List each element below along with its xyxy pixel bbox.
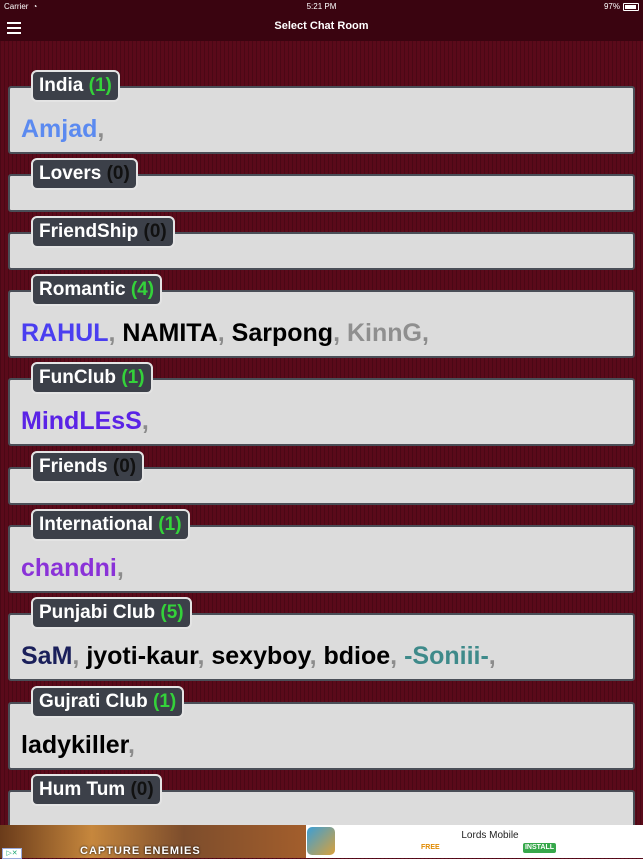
room-name: Hum Tum [39, 779, 131, 800]
room-name-tab[interactable]: India (1) [31, 70, 120, 102]
room-user-count: (4) [130, 279, 155, 300]
user-name[interactable]: SaM [21, 642, 72, 670]
chat-room-card[interactable]: India (1) Amjad, [8, 70, 635, 154]
user-separator: , [72, 642, 80, 670]
user-name[interactable]: NAMITA [122, 319, 217, 347]
user-separator: , [390, 642, 398, 670]
room-user-list: ladykiller, [21, 731, 135, 760]
user-separator: , [421, 319, 429, 347]
room-name: Friends [39, 456, 113, 477]
user-separator: , [197, 642, 205, 670]
room-user-count: (0) [130, 779, 154, 800]
chat-room-card[interactable]: FriendShip (0) [8, 216, 635, 270]
room-user-list: chandni, [21, 554, 124, 583]
room-user-list: Amjad, [21, 115, 104, 144]
room-name-tab[interactable]: Hum Tum (0) [31, 774, 162, 806]
room-name-tab[interactable]: Punjabi Club (5) [31, 597, 192, 629]
user-separator: , [309, 642, 317, 670]
user-separator: , [333, 319, 341, 347]
user-name[interactable]: KinnG [347, 319, 422, 347]
user-separator: , [108, 319, 116, 347]
user-name[interactable]: -Soniii- [404, 642, 489, 670]
navigation-bar: Select Chat Room [0, 13, 643, 41]
room-user-count: (0) [112, 456, 137, 477]
room-name: Lovers [39, 163, 107, 184]
user-name[interactable]: bdioe [324, 642, 391, 670]
chat-room-card[interactable]: International (1) chandni, [8, 509, 635, 593]
room-name-tab[interactable]: FriendShip (0) [31, 216, 175, 248]
ad-app-name: Lords Mobile [461, 830, 519, 841]
user-name[interactable]: MindLEsS [21, 407, 142, 435]
room-user-count: (5) [160, 602, 184, 623]
room-name-tab[interactable]: Friends (0) [31, 451, 145, 483]
room-name-tab[interactable]: Gujrati Club (1) [31, 686, 185, 718]
room-user-list: MindLEsS, [21, 407, 149, 436]
room-name: Gujrati Club [39, 691, 153, 712]
room-name: Punjabi Club [39, 602, 161, 623]
room-name: India [39, 75, 89, 96]
user-name[interactable]: chandni [21, 554, 117, 582]
room-user-list: RAHUL, NAMITA, Sarpong, KinnG, [21, 319, 429, 348]
room-name: Romantic [39, 279, 131, 300]
room-user-count: (1) [88, 75, 112, 96]
user-name[interactable]: ladykiller [21, 731, 128, 759]
user-name[interactable]: Sarpong [232, 319, 333, 347]
room-user-count: (0) [106, 163, 130, 184]
ad-banner-text: CAPTURE ENEMIES [80, 845, 201, 857]
ad-image[interactable]: CAPTURE ENEMIES [0, 825, 306, 858]
room-name-tab[interactable]: FunClub (1) [31, 362, 153, 394]
chat-room-card[interactable]: Punjabi Club (5) SaM, jyoti-kaur, sexyboy… [8, 597, 635, 681]
room-name: FriendShip [39, 221, 144, 242]
room-user-list: SaM, jyoti-kaur, sexyboy, bdioe, -Soniii… [21, 642, 496, 671]
ad-price: FREE [421, 844, 440, 851]
ad-banner[interactable]: CAPTURE ENEMIES ▷✕ Lords Mobile FREE INS… [0, 825, 643, 859]
room-name: International [39, 514, 159, 535]
user-name[interactable]: Amjad [21, 115, 97, 143]
chat-room-card[interactable]: Gujrati Club (1) ladykiller, [8, 686, 635, 770]
status-bar: Carrier ◔ 5:21 PM 97% [0, 0, 643, 13]
user-separator: , [217, 319, 225, 347]
battery-percent: 97% [603, 2, 620, 11]
page-title: Select Chat Room [274, 20, 369, 32]
install-button[interactable]: INSTALL [523, 843, 556, 853]
room-user-count: (1) [158, 514, 182, 535]
chat-room-card[interactable]: Romantic (4) RAHUL, NAMITA, Sarpong, Kinn… [8, 274, 635, 358]
chat-room-card[interactable]: Friends (0) [8, 451, 635, 505]
user-separator: , [97, 115, 105, 143]
user-name[interactable]: RAHUL [21, 319, 109, 347]
chat-room-card[interactable]: Hum Tum (0) [8, 774, 635, 828]
user-separator: , [141, 407, 149, 435]
room-name-tab[interactable]: Lovers (0) [31, 158, 138, 190]
chat-room-card[interactable]: FunClub (1) MindLEsS, [8, 362, 635, 446]
room-name-tab[interactable]: Romantic (4) [31, 274, 163, 306]
clock: 5:21 PM [306, 2, 337, 11]
user-name[interactable]: sexyboy [211, 642, 309, 670]
user-name[interactable]: jyoti-kaur [86, 642, 197, 670]
app-icon[interactable] [307, 827, 335, 855]
battery-icon [623, 2, 639, 11]
user-separator: , [128, 731, 135, 759]
chat-room-card[interactable]: Lovers (0) [8, 158, 635, 212]
room-user-count: (1) [121, 367, 145, 388]
user-separator: , [116, 554, 124, 582]
room-user-count: (1) [153, 691, 177, 712]
user-separator: , [488, 642, 496, 670]
room-name-tab[interactable]: International (1) [31, 509, 190, 541]
ad-choices-icon[interactable]: ▷✕ [2, 848, 22, 859]
room-name: FunClub [39, 367, 122, 388]
room-user-count: (0) [143, 221, 167, 242]
